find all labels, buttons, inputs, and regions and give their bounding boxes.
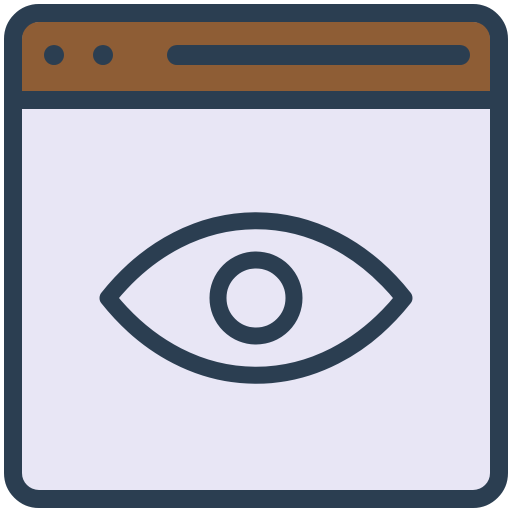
window-dot-2-icon bbox=[93, 45, 113, 65]
eye-pupil-icon bbox=[209, 251, 303, 345]
browser-window-eye-icon bbox=[4, 4, 508, 508]
icon-canvas bbox=[0, 0, 512, 512]
window-dot-1-icon bbox=[44, 45, 64, 65]
